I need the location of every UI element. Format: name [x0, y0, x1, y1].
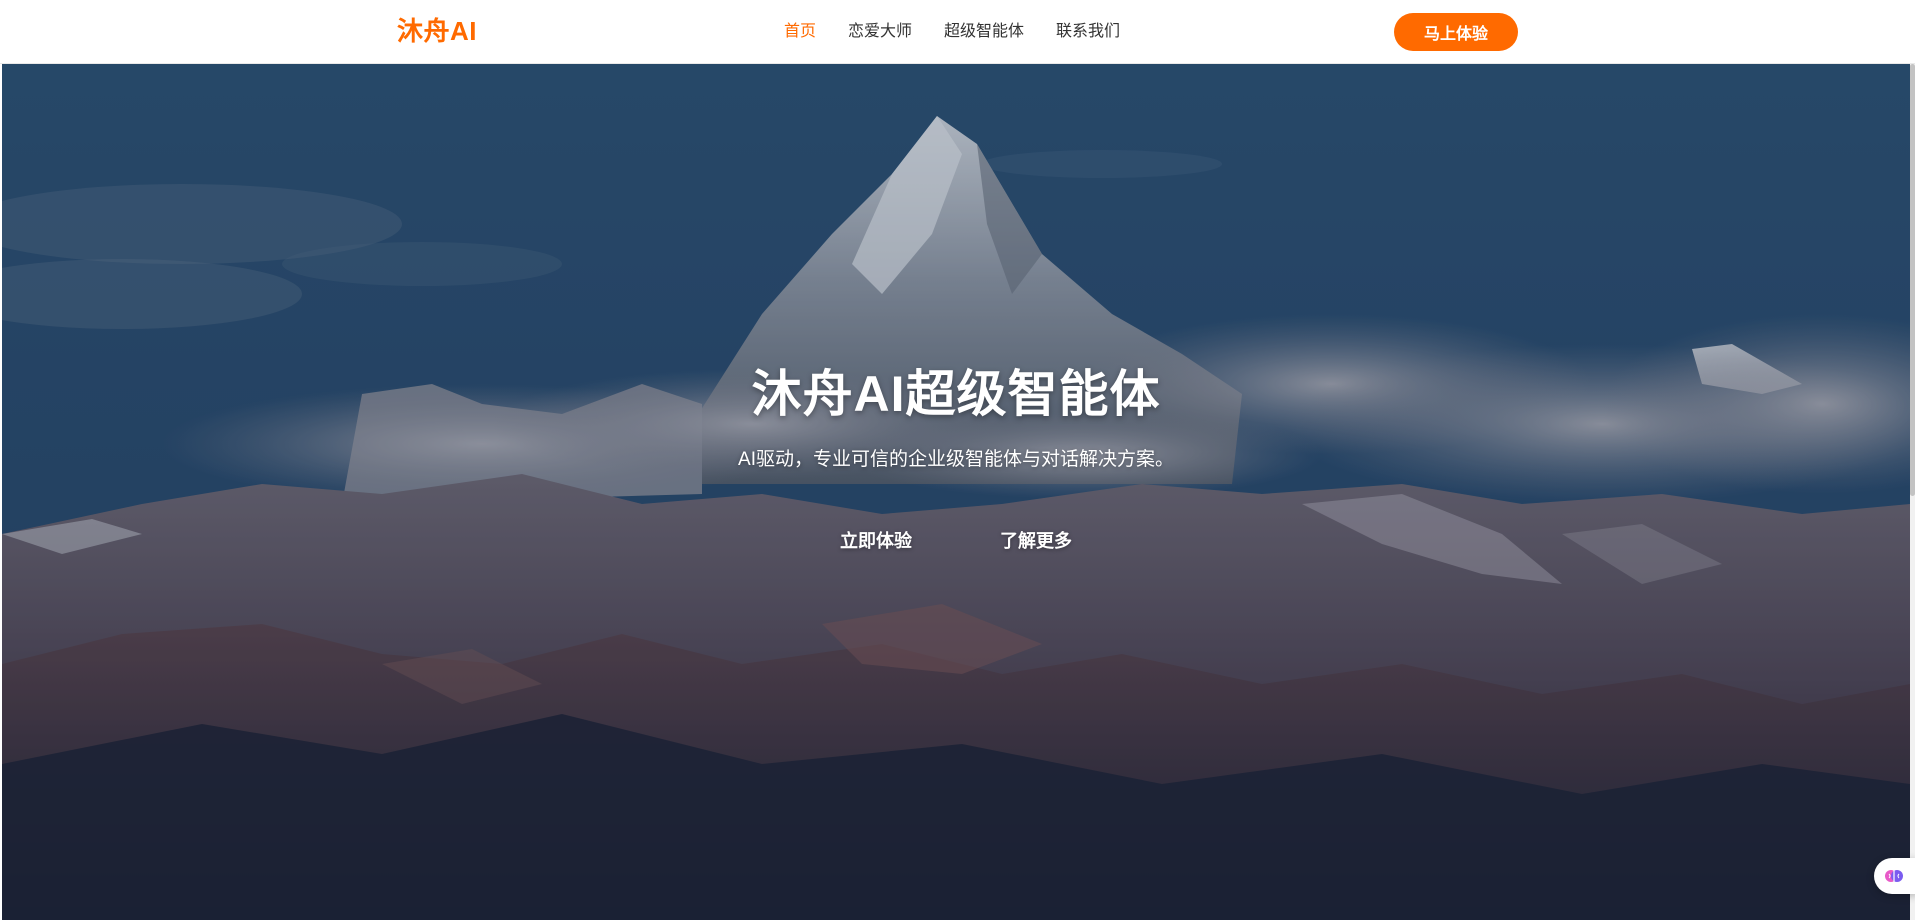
brain-icon — [1885, 870, 1903, 882]
hero-section: 沐舟AI超级智能体 AI驱动，专业可信的企业级智能体与对话解决方案。 立即体验 … — [2, 64, 1910, 920]
scrollbar-thumb[interactable] — [1910, 64, 1915, 496]
page: 沐舟AI 首页 恋爱大师 超级智能体 联系我们 马上体验 沐舟AI超级智能体 A… — [0, 0, 1915, 920]
hero-title: 沐舟AI超级智能体 — [751, 366, 1161, 422]
try-now-button[interactable]: 马上体验 — [1394, 13, 1518, 51]
main-nav: 首页 恋爱大师 超级智能体 联系我们 — [768, 0, 1136, 64]
nav-item-love-master[interactable]: 恋爱大师 — [832, 0, 928, 64]
brand-logo[interactable]: 沐舟AI — [397, 14, 477, 48]
hero-dim-overlay — [2, 64, 1910, 920]
nav-item-contact[interactable]: 联系我们 — [1040, 0, 1136, 64]
hero-actions: 立即体验 了解更多 — [2, 519, 1910, 561]
floating-assistant-button[interactable] — [1874, 858, 1915, 894]
nav-item-super-agent[interactable]: 超级智能体 — [928, 0, 1040, 64]
top-navbar: 沐舟AI 首页 恋爱大师 超级智能体 联系我们 马上体验 — [0, 0, 1915, 64]
learn-more-link[interactable]: 了解更多 — [996, 519, 1076, 561]
nav-item-home[interactable]: 首页 — [768, 0, 832, 64]
hero-subtitle: AI驱动，专业可信的企业级智能体与对话解决方案。 — [738, 449, 1174, 470]
try-now-link[interactable]: 立即体验 — [836, 519, 916, 561]
